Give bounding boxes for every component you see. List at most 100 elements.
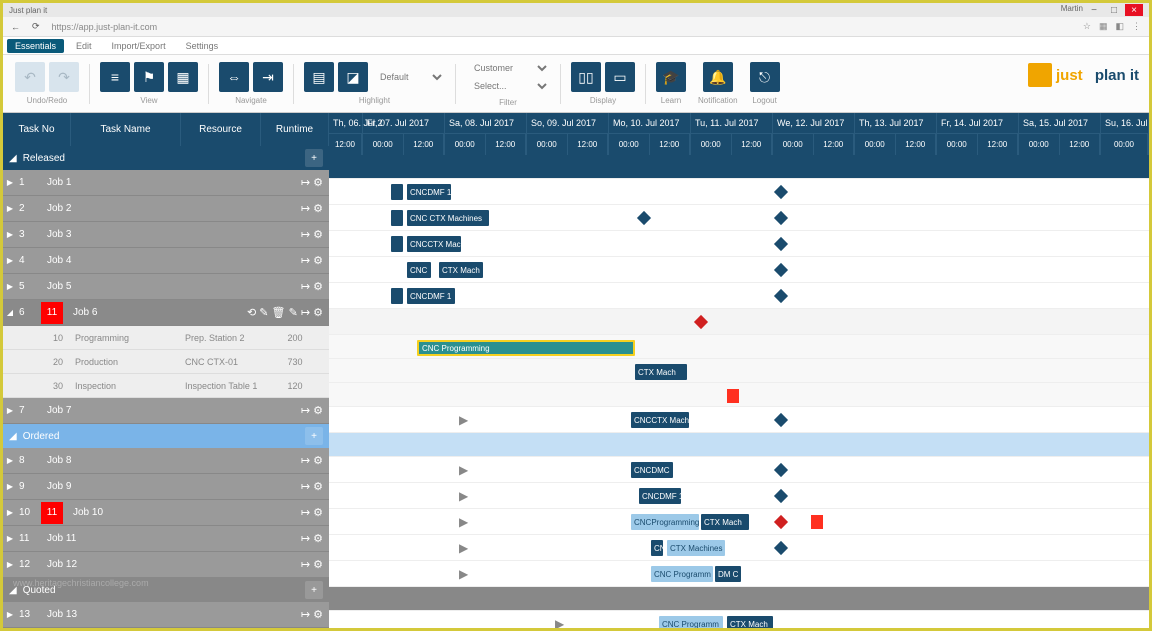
col-resource[interactable]: Resource xyxy=(181,113,261,146)
view-layers-button[interactable]: ≡ xyxy=(100,62,130,92)
milestone-diamond[interactable] xyxy=(774,463,788,477)
task-actions[interactable]: ↦ ⚙ xyxy=(301,480,329,493)
filter-value-select[interactable]: Select... xyxy=(466,78,550,94)
section-released[interactable]: ◢Released+ xyxy=(3,146,329,170)
gantt-bar[interactable]: CTX Machines xyxy=(667,540,725,556)
milestone-diamond[interactable] xyxy=(774,289,788,303)
filter-customer-select[interactable]: Customer xyxy=(466,60,550,76)
menu-edit[interactable]: Edit xyxy=(68,39,100,53)
learn-button[interactable]: 🎓 xyxy=(656,62,686,92)
task-actions[interactable]: ↦ ⚙ xyxy=(301,254,329,267)
gantt-chart[interactable]: Th, 06. Jul 212:00Fr, 07. Jul 201700:001… xyxy=(329,113,1149,628)
task-actions[interactable]: ↦ ⚙ xyxy=(301,228,329,241)
highlight-select[interactable]: Default xyxy=(372,62,445,92)
gantt-bar[interactable]: CNC Programm xyxy=(651,566,713,582)
task-row[interactable]: ▶4Job 4↦ ⚙ xyxy=(3,248,329,274)
gantt-bar[interactable]: CTX Mach xyxy=(727,616,773,628)
gantt-bar[interactable]: CTX Mach xyxy=(701,514,749,530)
add-task-icon[interactable]: + xyxy=(305,149,323,167)
gantt-bar[interactable]: CNCCTX Mach xyxy=(631,412,689,428)
task-actions[interactable]: ⟲ ✎ 🗑 ✎ ↦ ⚙ xyxy=(247,306,329,319)
gantt-bar[interactable]: CNCDMC xyxy=(631,462,673,478)
task-actions[interactable]: ↦ ⚙ xyxy=(301,176,329,189)
maximize-button[interactable]: □ xyxy=(1105,4,1123,16)
display-2-button[interactable]: ▭ xyxy=(605,62,635,92)
notification-button[interactable]: 🔔 xyxy=(703,62,733,92)
gantt-bar[interactable]: CNC xyxy=(407,262,431,278)
milestone-diamond[interactable] xyxy=(637,211,651,225)
task-row[interactable]: ▶1011Job 10↦ ⚙ xyxy=(3,500,329,526)
task-actions[interactable]: ↦ ⚙ xyxy=(301,280,329,293)
minimize-button[interactable]: − xyxy=(1085,4,1103,16)
gantt-bar[interactable]: DM C xyxy=(715,566,741,582)
url-field[interactable]: https://app.just-plan-it.com xyxy=(52,22,1071,32)
task-row[interactable]: ▶13Job 13↦ ⚙ xyxy=(3,602,329,628)
nav-fit-button[interactable]: ⇔ xyxy=(219,62,249,92)
gantt-bar[interactable]: CNCCTX Mach xyxy=(407,236,461,252)
highlight-list-button[interactable]: ▤ xyxy=(304,62,334,92)
task-row[interactable]: ▶7Job 7↦ ⚙ xyxy=(3,398,329,424)
back-icon[interactable]: ← xyxy=(11,22,20,32)
close-button[interactable]: × xyxy=(1125,4,1143,16)
gantt-bar[interactable] xyxy=(391,236,403,252)
task-actions[interactable]: ↦ ⚙ xyxy=(301,532,329,545)
task-row[interactable]: ▶2Job 2↦ ⚙ xyxy=(3,196,329,222)
task-row[interactable]: ▶5Job 5↦ ⚙ xyxy=(3,274,329,300)
display-1-button[interactable]: ▯▯ xyxy=(571,62,601,92)
milestone-diamond[interactable] xyxy=(774,237,788,251)
gantt-bar[interactable] xyxy=(391,288,403,304)
section-ordered[interactable]: ◢Ordered+ xyxy=(3,424,329,448)
milestone-diamond[interactable] xyxy=(774,541,788,555)
gantt-bar[interactable]: CNCProgramming xyxy=(631,514,699,530)
redo-button[interactable]: ↷ xyxy=(49,62,79,92)
highlight-mode-button[interactable]: ◪ xyxy=(338,62,368,92)
col-task-no[interactable]: Task No xyxy=(3,113,71,146)
milestone-diamond[interactable] xyxy=(774,489,788,503)
task-actions[interactable]: ↦ ⚙ xyxy=(301,558,329,571)
gantt-bar[interactable]: CNCDMF 1 xyxy=(407,184,451,200)
col-runtime[interactable]: Runtime xyxy=(261,113,329,146)
add-task-icon[interactable]: + xyxy=(305,427,323,445)
milestone-diamond[interactable] xyxy=(774,185,788,199)
task-actions[interactable]: ↦ ⚙ xyxy=(301,202,329,215)
task-actions[interactable]: ↦ ⚙ xyxy=(301,454,329,467)
task-row[interactable]: ◢611Job 6⟲ ✎ 🗑 ✎ ↦ ⚙ xyxy=(3,300,329,326)
ext-icon-2[interactable]: ◧ xyxy=(1115,21,1124,32)
menu-essentials[interactable]: Essentials xyxy=(7,39,64,53)
gantt-bar[interactable]: CNC CTX Machines xyxy=(407,210,489,226)
gantt-bar[interactable]: CTX Mach xyxy=(439,262,483,278)
gantt-bar[interactable] xyxy=(391,210,403,226)
milestone-diamond[interactable] xyxy=(694,315,708,329)
logout-button[interactable]: ⎋ xyxy=(750,62,780,92)
gantt-bar[interactable] xyxy=(391,184,403,200)
gantt-bar[interactable]: CTX Mach xyxy=(635,364,687,380)
menu-settings[interactable]: Settings xyxy=(178,39,227,53)
task-row[interactable]: ▶3Job 3↦ ⚙ xyxy=(3,222,329,248)
undo-button[interactable]: ↶ xyxy=(15,62,45,92)
task-actions[interactable]: ↦ ⚙ xyxy=(301,404,329,417)
alert-marker[interactable] xyxy=(727,389,739,403)
milestone-diamond[interactable] xyxy=(774,413,788,427)
ext-icon[interactable]: ▦ xyxy=(1099,21,1108,32)
alert-marker[interactable] xyxy=(811,515,823,529)
task-row[interactable]: ▶8Job 8↦ ⚙ xyxy=(3,448,329,474)
menu-icon[interactable]: ⋮ xyxy=(1132,21,1141,32)
gantt-bar[interactable]: CNCDMF 1 xyxy=(639,488,681,504)
col-task-name[interactable]: Task Name xyxy=(71,113,181,146)
gantt-bar[interactable]: CNCDMF 1 xyxy=(407,288,455,304)
reload-icon[interactable]: ⟳ xyxy=(32,21,40,32)
gantt-body[interactable]: CNCDMF 1CNC CTX MachinesCNCCTX MachCNCCT… xyxy=(329,155,1149,628)
task-actions[interactable]: ↦ ⚙ xyxy=(301,506,329,519)
milestone-diamond[interactable] xyxy=(774,263,788,277)
task-row[interactable]: ▶1Job 1↦ ⚙ xyxy=(3,170,329,196)
gantt-bar[interactable]: CNC Programm xyxy=(659,616,723,628)
milestone-diamond[interactable] xyxy=(774,211,788,225)
view-flag-button[interactable]: ⚑ xyxy=(134,62,164,92)
add-task-icon[interactable]: + xyxy=(305,581,323,599)
star-icon[interactable]: ☆ xyxy=(1083,21,1091,32)
milestone-diamond[interactable] xyxy=(774,515,788,529)
gantt-bar[interactable]: CN xyxy=(651,540,663,556)
task-row[interactable]: ▶9Job 9↦ ⚙ xyxy=(3,474,329,500)
view-cal-button[interactable]: ▦ xyxy=(168,62,198,92)
subtask-row[interactable]: 20ProductionCNC CTX-01730 xyxy=(3,350,329,374)
